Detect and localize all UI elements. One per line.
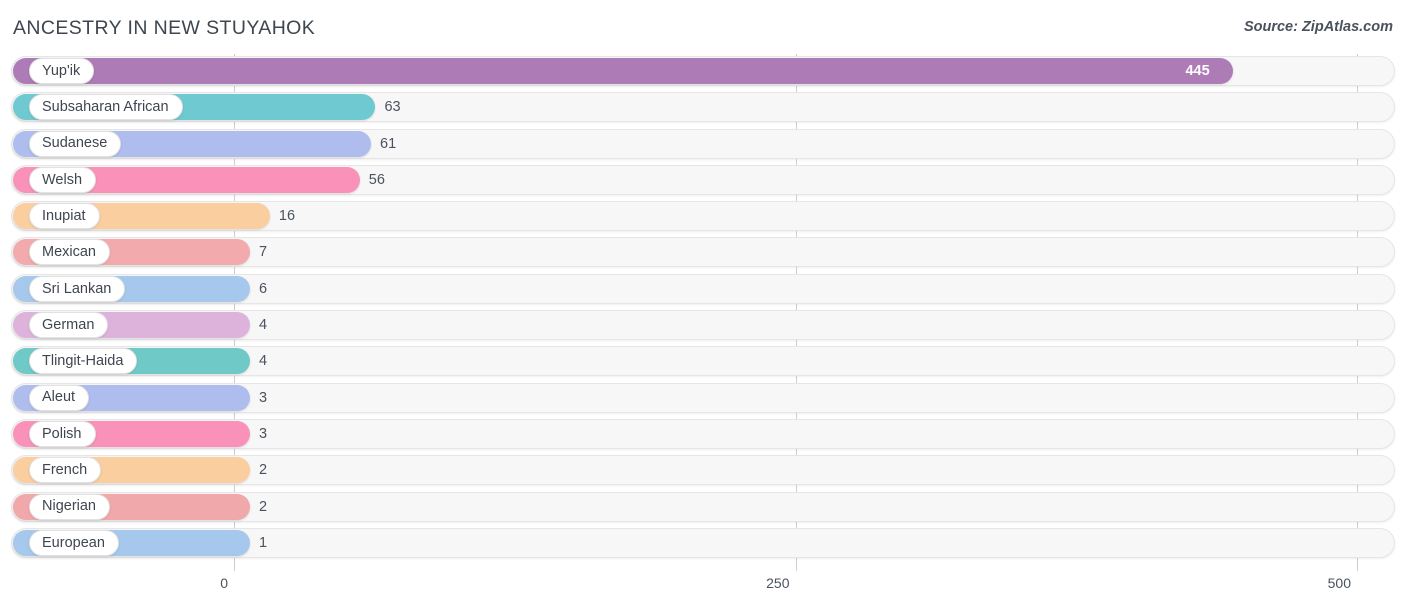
bar-row[interactable]: Sri Lankan 6	[0, 272, 1406, 308]
bar-value-label: 445	[1185, 63, 1210, 79]
bar-category-label: Sri Lankan	[29, 275, 126, 302]
bar-category-label-text: German	[42, 316, 95, 333]
bar-value-label: 1	[259, 534, 268, 551]
bar-category-label-text: Aleut	[42, 389, 76, 406]
bar-category-label: Mexican	[29, 239, 110, 266]
bar-rows: Yup'ik 445 Subsaharan African 63 Sudanese 61 W…	[0, 54, 1406, 562]
x-tick-label: 250	[766, 575, 790, 591]
bar-row[interactable]: Subsaharan African 63	[0, 90, 1406, 126]
x-axis: 0 250 500	[0, 571, 1406, 607]
bar-category-label-text: European	[42, 534, 105, 551]
x-tick-label: 0	[220, 575, 228, 591]
bar-category-label: Inupiat	[29, 203, 100, 230]
bar-row[interactable]: Welsh 56	[0, 163, 1406, 199]
bar-row[interactable]: Yup'ik 445	[0, 54, 1406, 90]
bar-category-label-text: Tlingit-Haida	[42, 353, 124, 370]
bar-category-label: Aleut	[29, 384, 90, 411]
bar-category-label: Subsaharan African	[29, 94, 183, 121]
bar-category-label-text: Sri Lankan	[42, 280, 112, 297]
bar-row[interactable]: Aleut 3	[0, 381, 1406, 417]
bar-category-label-text: Inupiat	[42, 207, 86, 224]
x-tick-label: 500	[1327, 575, 1351, 591]
bar-row[interactable]: Polish 3	[0, 417, 1406, 453]
bar-category-label-text: Nigerian	[42, 498, 96, 515]
bar-row[interactable]: European 1	[0, 526, 1406, 562]
bar-category-label: European	[29, 529, 119, 556]
bar-value-label: 61	[380, 135, 397, 152]
bar-category-label-text: Yup'ik	[42, 62, 81, 79]
bar-value-label: 63	[384, 99, 401, 116]
bar-category-label: Welsh	[29, 166, 97, 193]
bar-value-label: 4	[259, 317, 268, 334]
bar-value-label: 2	[259, 498, 268, 515]
bar-category-label: Sudanese	[29, 130, 122, 157]
page-title: ANCESTRY IN NEW STUYAHOK	[13, 17, 316, 39]
bar-value-label: 4	[259, 353, 268, 370]
bar-row[interactable]: German 4	[0, 308, 1406, 344]
bar-category-label: German	[29, 312, 109, 339]
source-attribution: Source: ZipAtlas.com	[1243, 19, 1393, 35]
bar-value-label: 56	[368, 171, 385, 188]
bar-row[interactable]: Inupiat 16	[0, 199, 1406, 235]
bar-category-label-text: Mexican	[42, 244, 96, 261]
bar-value-label: 3	[259, 425, 268, 442]
bar-value-label: 2	[259, 462, 268, 479]
bar-fill	[13, 58, 1234, 84]
bar-category-label: French	[29, 457, 102, 484]
bar-category-label: Yup'ik	[29, 58, 95, 84]
bar-value-label: 3	[259, 389, 268, 406]
bar-category-label: Nigerian	[29, 493, 110, 520]
bar-row[interactable]: French 2	[0, 453, 1406, 489]
bar-category-label-text: Polish	[42, 425, 82, 442]
bar-category-label: Tlingit-Haida	[29, 348, 138, 375]
chart-plot-area: Yup'ik 445 Subsaharan African 63 Sudanese 61 W…	[0, 54, 1406, 571]
bar-category-label: Polish	[29, 420, 96, 447]
bar-row[interactable]: Mexican 7	[0, 235, 1406, 271]
bar-value-label: 6	[259, 280, 268, 297]
bar-row[interactable]: Nigerian 2	[0, 490, 1406, 526]
bar-row[interactable]: Sudanese 61	[0, 127, 1406, 163]
bar-category-label-text: Welsh	[42, 171, 83, 188]
bar-row[interactable]: Tlingit-Haida 4	[0, 344, 1406, 380]
bar-category-label-text: Sudanese	[42, 135, 108, 152]
bar-value-label: 16	[278, 208, 296, 225]
bar-value-label: 7	[259, 244, 268, 261]
chart-header: ANCESTRY IN NEW STUYAHOK Source: ZipAtla…	[0, 0, 1406, 54]
bar-category-label-text: French	[42, 462, 88, 479]
bar-category-label-text: Subsaharan African	[42, 99, 169, 116]
